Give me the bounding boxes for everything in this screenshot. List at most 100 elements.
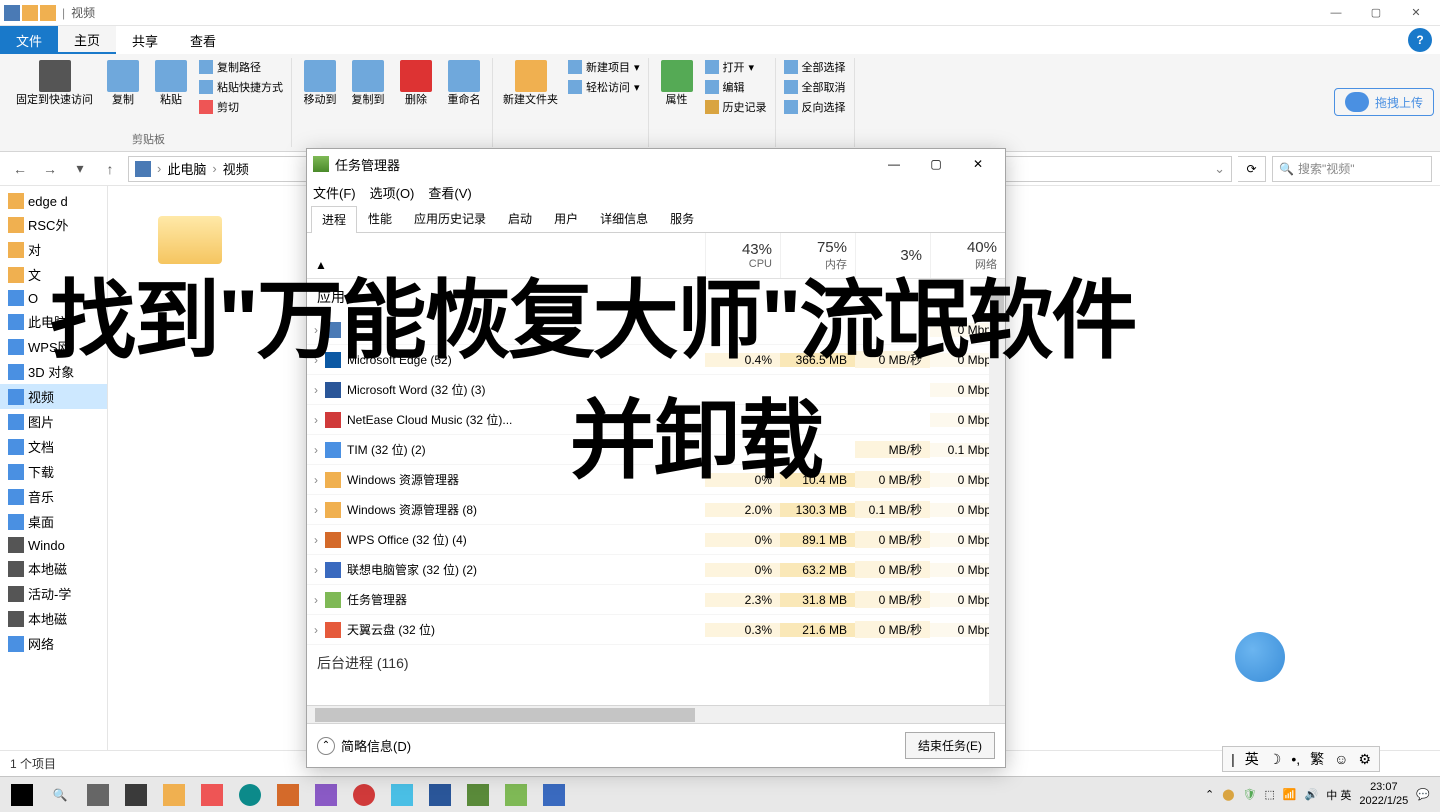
moon-icon[interactable]: ☽ (1269, 751, 1282, 768)
rename-button[interactable]: 重命名 (442, 58, 486, 109)
history-button[interactable]: 历史记录 (703, 98, 769, 116)
process-row[interactable]: ›联想电脑管家 (32 位) (2)0%63.2 MB0 MB/秒0 Mbps (307, 555, 1005, 585)
tm-tab[interactable]: 应用历史记录 (403, 205, 497, 232)
system-tray[interactable]: ⌃ ⬤ 🛡 ⬚ 📶 🔊 中 英 23:07 2022/1/25 💬 (1199, 781, 1436, 807)
taskbar-app[interactable] (194, 780, 230, 810)
sidebar-item[interactable]: 活动-学 (0, 581, 107, 606)
sidebar-item[interactable]: 网络 (0, 631, 107, 656)
process-row[interactable]: ›Windows 资源管理器 (8)2.0%130.3 MB0.1 MB/秒0 … (307, 495, 1005, 525)
tm-menu-file[interactable]: 文件(F) (313, 183, 356, 202)
tray-icon[interactable]: ⬚ (1264, 788, 1274, 801)
tm-minimize-button[interactable]: — (873, 150, 915, 178)
ribbon-tab-view[interactable]: 查看 (174, 26, 232, 54)
nav-tree[interactable]: edge dRSC外对文O此电脑WPS网3D 对象视频图片文档下载音乐桌面Win… (0, 186, 108, 750)
sidebar-item[interactable]: edge d (0, 190, 107, 212)
tm-tab[interactable]: 详细信息 (589, 205, 659, 232)
sidebar-item[interactable]: 文档 (0, 434, 107, 459)
properties-button[interactable]: 属性 (655, 58, 699, 109)
taskbar-taskmgr[interactable] (498, 780, 534, 810)
copy-to-button[interactable]: 复制到 (346, 58, 390, 109)
ime-toolbar[interactable]: | 英 ☽ •, 繁 ☺ ⚙ (1222, 746, 1380, 772)
tm-vertical-scrollbar[interactable] (989, 279, 1005, 705)
sidebar-item[interactable]: WPS网 (0, 334, 107, 359)
paste-shortcut-button[interactable]: 粘贴快捷方式 (197, 78, 285, 96)
tray-icon[interactable]: ⌃ (1205, 788, 1214, 801)
new-item-button[interactable]: 新建项目 ▾ (566, 58, 642, 76)
pin-button[interactable]: 固定到快速访问 (12, 58, 97, 109)
help-button[interactable]: ? (1408, 28, 1432, 52)
sidebar-item[interactable]: RSC外 (0, 212, 107, 237)
sidebar-item[interactable]: 下载 (0, 459, 107, 484)
upload-button[interactable]: 拖拽上传 (1334, 88, 1434, 116)
tm-titlebar[interactable]: 任务管理器 — ▢ ✕ (307, 149, 1005, 179)
easy-access-button[interactable]: 轻松访问 ▾ (566, 78, 642, 96)
maximize-button[interactable]: ▢ (1356, 0, 1396, 26)
process-row[interactable]: ›Windows 资源管理器0%10.4 MB0 MB/秒0 Mbps (307, 465, 1005, 495)
tm-tab[interactable]: 启动 (497, 205, 543, 232)
process-row[interactable]: ›TIM (32 位) (2)MB/秒0.1 Mbps (307, 435, 1005, 465)
edit-button[interactable]: 编辑 (703, 78, 769, 96)
close-button[interactable]: ✕ (1396, 0, 1436, 26)
tm-process-list[interactable]: 应用 ›0 Mbps›Microsoft Edge (52)0.4%366.5 … (307, 279, 1005, 705)
search-button[interactable]: 🔍 (42, 780, 78, 810)
delete-button[interactable]: 删除 (394, 58, 438, 109)
process-row[interactable]: ›Microsoft Word (32 位) (3)0 Mbps (307, 375, 1005, 405)
tm-column-headers[interactable]: ▲ 43%CPU 75%内存 3% 40%网络 (307, 233, 1005, 279)
search-input[interactable]: 🔍 搜索"视频" (1272, 156, 1432, 182)
tm-menu-view[interactable]: 查看(V) (428, 183, 471, 202)
folder-item[interactable] (158, 216, 222, 264)
tray-icon[interactable]: 🛡 (1243, 788, 1257, 801)
copy-button[interactable]: 复制 (101, 58, 145, 109)
copy-path-button[interactable]: 复制路径 (197, 58, 285, 76)
process-row[interactable]: ›任务管理器2.3%31.8 MB0 MB/秒0 Mbps (307, 585, 1005, 615)
select-all-button[interactable]: 全部选择 (782, 58, 848, 76)
back-button[interactable]: ← (8, 157, 32, 181)
taskbar-app[interactable] (384, 780, 420, 810)
tm-tab[interactable]: 服务 (659, 205, 705, 232)
refresh-button[interactable]: ⟳ (1238, 156, 1266, 182)
start-button[interactable] (4, 780, 40, 810)
sidebar-item[interactable]: 视频 (0, 384, 107, 409)
sidebar-item[interactable]: 3D 对象 (0, 359, 107, 384)
tray-icon-wifi[interactable]: 📶 (1283, 788, 1297, 801)
sidebar-item[interactable]: 本地磁 (0, 606, 107, 631)
sidebar-item[interactable]: Windo (0, 534, 107, 556)
tray-icon-volume[interactable]: 🔊 (1305, 788, 1319, 801)
tm-tab[interactable]: 进程 (311, 206, 357, 233)
tm-menu-options[interactable]: 选项(O) (370, 183, 415, 202)
new-folder-button[interactable]: 新建文件夹 (499, 58, 562, 109)
cut-button[interactable]: 剪切 (197, 98, 285, 116)
notifications-button[interactable]: 💬 (1416, 788, 1430, 801)
qat-icon[interactable] (40, 5, 56, 21)
tray-icon[interactable]: ⬤ (1222, 788, 1234, 801)
process-row[interactable]: ›NetEase Cloud Music (32 位)...0 Mbps (307, 405, 1005, 435)
qat-icon[interactable] (22, 5, 38, 21)
sidebar-item[interactable]: 音乐 (0, 484, 107, 509)
process-row[interactable]: ›Microsoft Edge (52)0.4%366.5 MB0 MB/秒0 … (307, 345, 1005, 375)
taskbar-app[interactable] (308, 780, 344, 810)
taskbar-word[interactable] (422, 780, 458, 810)
up-button[interactable]: ↑ (98, 157, 122, 181)
ribbon-tab-home[interactable]: 主页 (58, 26, 116, 54)
process-row[interactable]: ›0 Mbps (307, 315, 1005, 345)
sidebar-item[interactable]: 桌面 (0, 509, 107, 534)
floating-assistant-icon[interactable] (1235, 632, 1285, 682)
ribbon-tab-file[interactable]: 文件 (0, 26, 58, 54)
minimize-button[interactable]: — (1316, 0, 1356, 26)
ribbon-tab-share[interactable]: 共享 (116, 26, 174, 54)
sidebar-item[interactable]: 文 (0, 262, 107, 287)
sidebar-item[interactable]: 此电脑 (0, 309, 107, 334)
task-view-button[interactable] (80, 780, 116, 810)
tm-close-button[interactable]: ✕ (957, 150, 999, 178)
invert-selection-button[interactable]: 反向选择 (782, 98, 848, 116)
taskbar-wps[interactable] (270, 780, 306, 810)
fewer-details-button[interactable]: ⌃简略信息(D) (317, 736, 411, 755)
end-task-button[interactable]: 结束任务(E) (905, 732, 995, 759)
forward-button[interactable]: → (38, 157, 62, 181)
taskbar-app[interactable] (118, 780, 154, 810)
history-dropdown[interactable]: ▾ (68, 157, 92, 181)
sidebar-item[interactable]: O (0, 287, 107, 309)
tm-tab[interactable]: 用户 (543, 205, 589, 232)
open-button[interactable]: 打开 ▾ (703, 58, 769, 76)
taskbar-app[interactable] (460, 780, 496, 810)
